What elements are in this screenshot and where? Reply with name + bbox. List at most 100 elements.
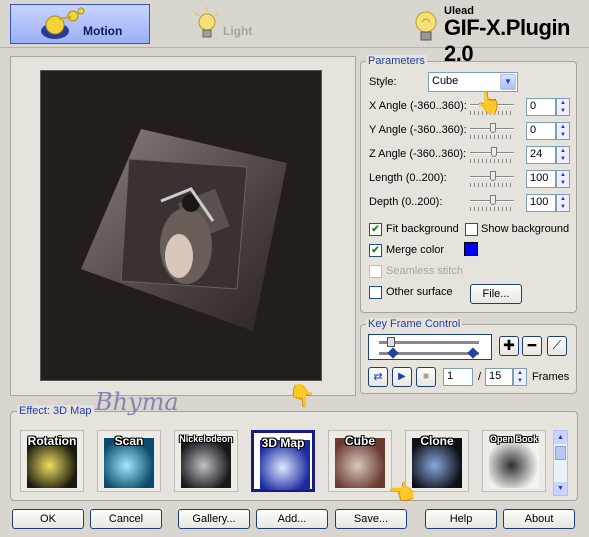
param-value-input[interactable]: 0: [526, 98, 556, 116]
effect-thumb-rotation[interactable]: Rotation: [20, 430, 84, 492]
param-spinner[interactable]: ▲ ▼: [556, 146, 570, 164]
play-icon: ▶: [398, 371, 406, 382]
down-arrow-icon: ▼: [517, 378, 523, 384]
scroll-thumb[interactable]: [555, 446, 566, 460]
param-slider-ticks: [470, 183, 514, 187]
effect-title: Effect: 3D Map: [17, 405, 94, 417]
keyframe-title: Key Frame Control: [366, 318, 463, 330]
effect-thumb-scan[interactable]: Scan: [97, 430, 161, 492]
keyframe-timeline[interactable]: [368, 334, 492, 360]
param-value-input[interactable]: 100: [526, 194, 556, 212]
param-value-input[interactable]: 0: [526, 122, 556, 140]
tab-motion[interactable]: Motion: [10, 4, 150, 44]
timeline-start-marker[interactable]: [387, 347, 399, 359]
minus-icon: ━: [527, 337, 537, 353]
watermark-text: Bhyma: [95, 388, 179, 416]
ok-button[interactable]: OK: [12, 509, 84, 529]
tab-light[interactable]: Light: [180, 4, 280, 44]
effect-thumb-label: Rotation: [27, 434, 77, 448]
help-button[interactable]: Help: [425, 509, 497, 529]
param-slider-ticks: [470, 135, 514, 139]
save-button[interactable]: Save...: [335, 509, 407, 529]
cancel-button[interactable]: Cancel: [90, 509, 162, 529]
merge-color-label: Merge color: [386, 244, 445, 256]
scroll-up-icon[interactable]: ▲: [554, 431, 567, 444]
style-select[interactable]: Cube ▼: [428, 72, 518, 92]
param-spinner[interactable]: ▲ ▼: [556, 194, 570, 212]
param-spinner[interactable]: ▲ ▼: [556, 170, 570, 188]
pointing-hand-icon: 👇: [288, 383, 316, 408]
merge-color-checkbox[interactable]: ✔: [369, 244, 382, 257]
param-slider-thumb[interactable]: [490, 123, 496, 133]
up-arrow-icon: ▲: [560, 196, 566, 202]
param-value-input[interactable]: 24: [526, 146, 556, 164]
chevron-down-icon: ▼: [500, 74, 516, 90]
param-slider-thumb[interactable]: [491, 147, 498, 157]
timeline-end-marker[interactable]: [467, 347, 479, 359]
scroll-down-icon[interactable]: ▼: [554, 482, 567, 495]
param-label: Depth (0..200):: [369, 196, 443, 208]
brand-lightbulb-icon: [415, 11, 437, 41]
preview-image: [81, 129, 287, 331]
param-slider-ticks: [470, 159, 514, 163]
effect-thumb-cube[interactable]: Cube: [328, 430, 392, 492]
remove-keyframe-button[interactable]: ━: [522, 336, 542, 356]
style-label: Style:: [369, 76, 397, 88]
lightbulb-icon: [194, 7, 220, 38]
param-spinner[interactable]: ▲ ▼: [556, 98, 570, 116]
stop-button[interactable]: ■: [416, 367, 436, 387]
timeline-thumb[interactable]: [387, 337, 395, 347]
gallery-button[interactable]: Gallery...: [178, 509, 250, 529]
param-label: Z Angle (-360..360):: [369, 148, 467, 160]
wand-icon: ⟋: [552, 338, 562, 352]
about-button[interactable]: About: [503, 509, 575, 529]
pointing-hand-icon: 👈: [388, 480, 416, 505]
seamless-stitch-checkbox[interactable]: [369, 265, 382, 278]
effect-thumb-image: [489, 438, 539, 488]
fit-background-label: Fit background: [386, 223, 459, 235]
param-slider-thumb[interactable]: [490, 195, 496, 205]
brand-product: GIF-X.Plugin 2.0: [444, 15, 571, 66]
up-arrow-icon: ▲: [560, 100, 566, 106]
loop-button[interactable]: ⇄: [368, 367, 388, 387]
effect-thumb-label: Nickelodeon: [179, 434, 233, 444]
effect-thumb-open-book[interactable]: Open Book: [482, 430, 546, 492]
param-slider-thumb[interactable]: [490, 171, 496, 181]
file-button[interactable]: File...: [470, 284, 522, 304]
keyframe-tool-button[interactable]: ⟋: [547, 336, 567, 356]
play-button[interactable]: ▶: [392, 367, 412, 387]
parameters-title: Parameters: [366, 55, 427, 67]
effect-thumb-nickelodeon[interactable]: Nickelodeon: [174, 430, 238, 492]
show-background-checkbox[interactable]: [465, 223, 478, 236]
up-arrow-icon: ▲: [560, 172, 566, 178]
pointing-hand-icon: 👆: [475, 90, 503, 115]
stop-icon: ■: [422, 371, 430, 382]
fit-background-checkbox[interactable]: ✔: [369, 223, 382, 236]
up-arrow-icon: ▲: [560, 148, 566, 154]
effect-thumb-label: Clone: [420, 434, 454, 448]
style-select-value: Cube: [432, 75, 459, 87]
total-frames-spinner[interactable]: ▲ ▼: [513, 368, 527, 386]
down-arrow-icon: ▼: [560, 132, 566, 138]
current-frame-input[interactable]: 1: [443, 368, 473, 386]
param-slider-ticks: [470, 207, 514, 211]
effect-thumb-label: Scan: [114, 434, 144, 448]
other-surface-checkbox[interactable]: [369, 286, 382, 299]
total-frames-input[interactable]: 15: [485, 368, 513, 386]
effect-thumb-label: Cube: [345, 434, 375, 448]
add-keyframe-button[interactable]: ✚: [499, 336, 519, 356]
loop-icon: ⇄: [373, 371, 383, 383]
effect-thumb-3d-map[interactable]: 3D Map: [251, 430, 315, 492]
param-value-input[interactable]: 100: [526, 170, 556, 188]
down-arrow-icon: ▼: [560, 108, 566, 114]
merge-color-swatch[interactable]: [464, 242, 478, 256]
param-label: Length (0..200):: [369, 172, 447, 184]
effect-scrollbar[interactable]: ▲ ▼: [553, 430, 568, 496]
down-arrow-icon: ▼: [560, 156, 566, 162]
param-spinner[interactable]: ▲ ▼: [556, 122, 570, 140]
add-button[interactable]: Add...: [256, 509, 328, 529]
seamless-stitch-label: Seamless stitch: [386, 265, 464, 277]
down-arrow-icon: ▼: [560, 204, 566, 210]
frames-label: Frames: [532, 371, 570, 383]
param-label: Y Angle (-360..360):: [369, 124, 467, 136]
